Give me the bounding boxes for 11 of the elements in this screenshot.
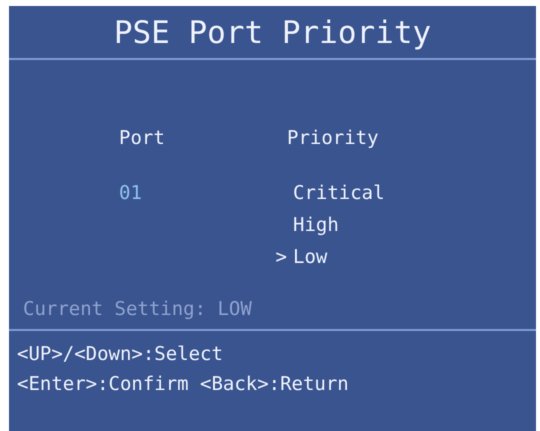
help-text: <UP>/<Down>:Select xyxy=(17,342,223,364)
priority-option[interactable]: Critical xyxy=(293,176,385,208)
port-number: 01 xyxy=(119,182,142,204)
priority-option[interactable]: Low xyxy=(293,240,328,272)
help-text: <Enter>:Confirm <Back>:Return xyxy=(17,372,349,394)
priority-option[interactable]: High xyxy=(293,208,339,240)
cursor-marker: > xyxy=(274,244,287,270)
column-header: Priority xyxy=(287,127,379,149)
current-setting: Current Setting: LOW xyxy=(23,298,252,320)
screen-title: PSE Port Priority xyxy=(114,15,432,51)
column-header: Port xyxy=(119,127,165,149)
